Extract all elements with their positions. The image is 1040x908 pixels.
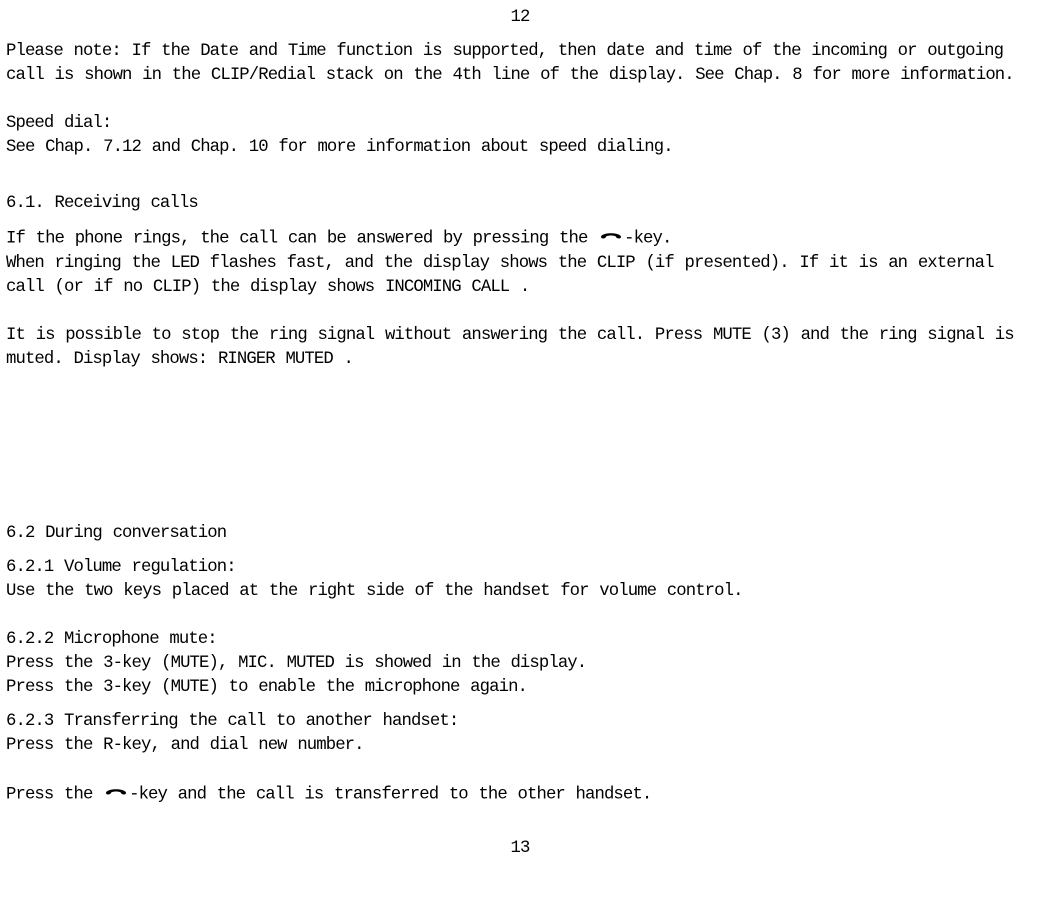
section-6-1-line-1b: -key. — [624, 230, 671, 249]
section-6-2-2-title: 6.2.2 Microphone mute: — [6, 628, 1034, 652]
section-6-2-2-line-1: Press the 3-key (MUTE), MIC. MUTED is sh… — [6, 652, 1034, 676]
page-number-top: 12 — [6, 4, 1034, 40]
section-6-1-line-2: When ringing the LED flashes fast, and t… — [6, 252, 1034, 300]
phone-handset-icon — [104, 782, 128, 806]
phone-handset-icon — [599, 226, 623, 250]
section-6-2-3-line-2b: -key and the call is transferred to the … — [129, 785, 651, 804]
section-6-2-3-line-2: Press the -key and the call is transferr… — [6, 782, 1034, 808]
section-6-2-title: 6.2 During conversation — [6, 522, 1034, 546]
section-6-2-1-body: Use the two keys placed at the right sid… — [6, 580, 1034, 604]
section-6-2-2-line-2: Press the 3-key (MUTE) to enable the mic… — [6, 676, 1034, 700]
speed-dial-body: See Chap. 7.12 and Chap. 10 for more inf… — [6, 136, 1034, 160]
section-6-2-1-title: 6.2.1 Volume regulation: — [6, 556, 1034, 580]
speed-dial-title: Speed dial: — [6, 112, 1034, 136]
section-6-2-3-line-1: Press the R-key, and dial new number. — [6, 734, 1034, 758]
section-6-2-3-line-2a: Press the — [6, 785, 103, 804]
page-number-bottom: 13 — [6, 807, 1034, 861]
section-6-1-line-3: It is possible to stop the ring signal w… — [6, 324, 1034, 372]
please-note-paragraph: Please note: If the Date and Time functi… — [6, 40, 1034, 88]
section-6-1-title: 6.1. Receiving calls — [6, 192, 1034, 216]
section-6-1-line-1a: If the phone rings, the call can be answ… — [6, 230, 598, 249]
section-6-1-line-1: If the phone rings, the call can be answ… — [6, 226, 1034, 252]
section-6-2-3-title: 6.2.3 Transferring the call to another h… — [6, 710, 1034, 734]
document-page: 12 Please note: If the Date and Time fun… — [0, 0, 1040, 869]
